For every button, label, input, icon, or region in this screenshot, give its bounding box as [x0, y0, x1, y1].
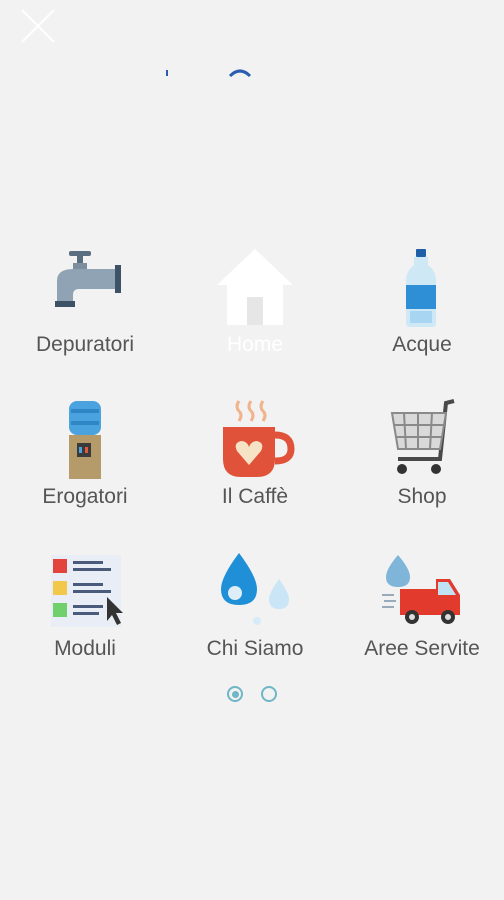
- menu-item-label: Chi Siamo: [206, 637, 304, 660]
- forms-checklist-icon: [43, 549, 127, 633]
- menu-item-depuratori[interactable]: Depuratori: [0, 245, 170, 397]
- water-cooler-icon: [43, 397, 127, 481]
- coffee-cup-icon: [213, 397, 297, 481]
- shopping-cart-icon: [380, 397, 464, 481]
- menu-item-home[interactable]: Home: [170, 245, 340, 397]
- menu-grid: Depuratori Home Acque Erogatori Il Caffè…: [0, 245, 504, 701]
- menu-item-label: Moduli: [54, 637, 116, 660]
- menu-item-moduli[interactable]: Moduli: [0, 549, 170, 701]
- menu-item-label: Shop: [397, 485, 447, 508]
- logo: [166, 69, 252, 78]
- page-indicator: [0, 686, 504, 702]
- water-bottle-icon: [380, 245, 464, 329]
- menu-item-shop[interactable]: Shop: [340, 397, 504, 549]
- page-dot-2[interactable]: [261, 686, 277, 702]
- menu-item-il-caffe[interactable]: Il Caffè: [170, 397, 340, 549]
- house-icon: [213, 245, 297, 329]
- menu-item-label: Il Caffè: [221, 485, 289, 508]
- menu-item-label: Acque: [392, 333, 452, 356]
- water-drops-icon: [213, 549, 297, 633]
- menu-item-label: Depuratori: [35, 333, 135, 356]
- menu-item-acque[interactable]: Acque: [340, 245, 504, 397]
- faucet-icon: [43, 245, 127, 329]
- menu-item-erogatori[interactable]: Erogatori: [0, 397, 170, 549]
- page-dot-1[interactable]: [227, 686, 243, 702]
- menu-item-chi-siamo[interactable]: Chi Siamo: [170, 549, 340, 701]
- menu-item-label: Home: [226, 333, 284, 356]
- menu-item-label: Erogatori: [42, 485, 128, 508]
- close-icon: [21, 9, 55, 43]
- menu-item-aree-servite[interactable]: Aree Servite: [340, 549, 504, 701]
- close-button[interactable]: [18, 6, 58, 46]
- delivery-truck-icon: [380, 549, 464, 633]
- menu-item-label: Aree Servite: [364, 637, 480, 660]
